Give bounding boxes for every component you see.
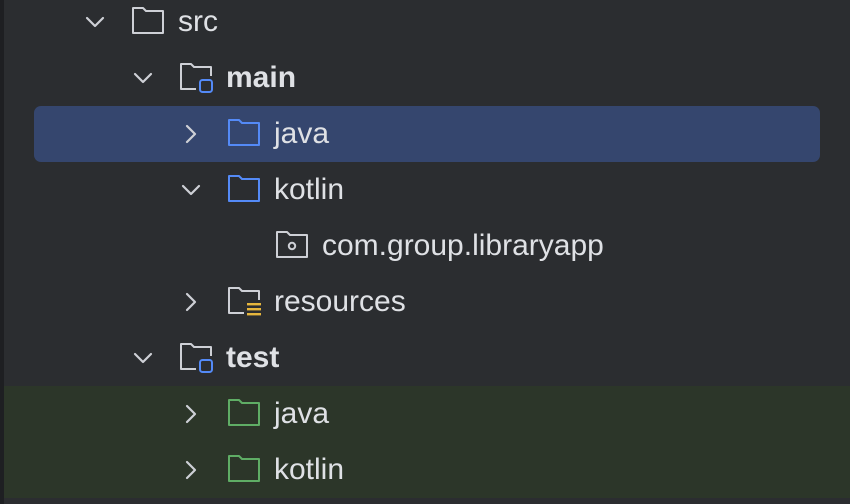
- module-folder-icon: [178, 58, 214, 94]
- tree-row-label: com.group.libraryapp: [322, 229, 604, 262]
- folder-icon: [130, 2, 166, 38]
- test-root-folder-icon: [226, 450, 262, 486]
- tree-row-label: kotlin: [274, 453, 345, 486]
- chevron-down-icon[interactable]: [132, 347, 154, 369]
- package-folder-icon: [274, 226, 310, 262]
- chevron-right-icon[interactable]: [180, 291, 202, 313]
- resources-folder-icon: [226, 282, 262, 318]
- source-root-folder-icon: [226, 170, 262, 206]
- tree-row-label: java: [274, 117, 330, 150]
- chevron-down-icon[interactable]: [132, 67, 154, 89]
- tree-row-resources[interactable]: resources: [4, 274, 850, 330]
- chevron-down-icon[interactable]: [84, 11, 106, 33]
- tree-row-label: test: [226, 341, 280, 374]
- tree-row-label: kotlin: [274, 173, 345, 206]
- tree-row-test-kotlin[interactable]: kotlin: [4, 442, 850, 498]
- module-folder-icon: [178, 338, 214, 374]
- tree-row-label: src: [178, 5, 218, 38]
- tree-row-main-kotlin[interactable]: kotlin: [4, 162, 850, 218]
- tree-row-main-java[interactable]: java: [4, 106, 850, 162]
- tree-row-package[interactable]: com.group.libraryapp: [4, 218, 850, 274]
- tree-row-main[interactable]: main: [4, 50, 850, 106]
- tree-row-src[interactable]: src: [4, 0, 850, 50]
- project-tree: src main java kotlin com.group.libraryap…: [0, 0, 850, 504]
- source-root-folder-icon: [226, 114, 262, 150]
- tree-row-label: java: [274, 397, 330, 430]
- tree-row-test[interactable]: test: [4, 330, 850, 386]
- test-root-folder-icon: [226, 394, 262, 430]
- chevron-right-icon[interactable]: [180, 403, 202, 425]
- chevron-right-icon[interactable]: [180, 459, 202, 481]
- tree-row-label: resources: [274, 285, 406, 318]
- chevron-right-icon[interactable]: [180, 123, 202, 145]
- tree-row-label: main: [226, 61, 297, 94]
- chevron-down-icon[interactable]: [180, 179, 202, 201]
- tree-row-test-java[interactable]: java: [4, 386, 850, 442]
